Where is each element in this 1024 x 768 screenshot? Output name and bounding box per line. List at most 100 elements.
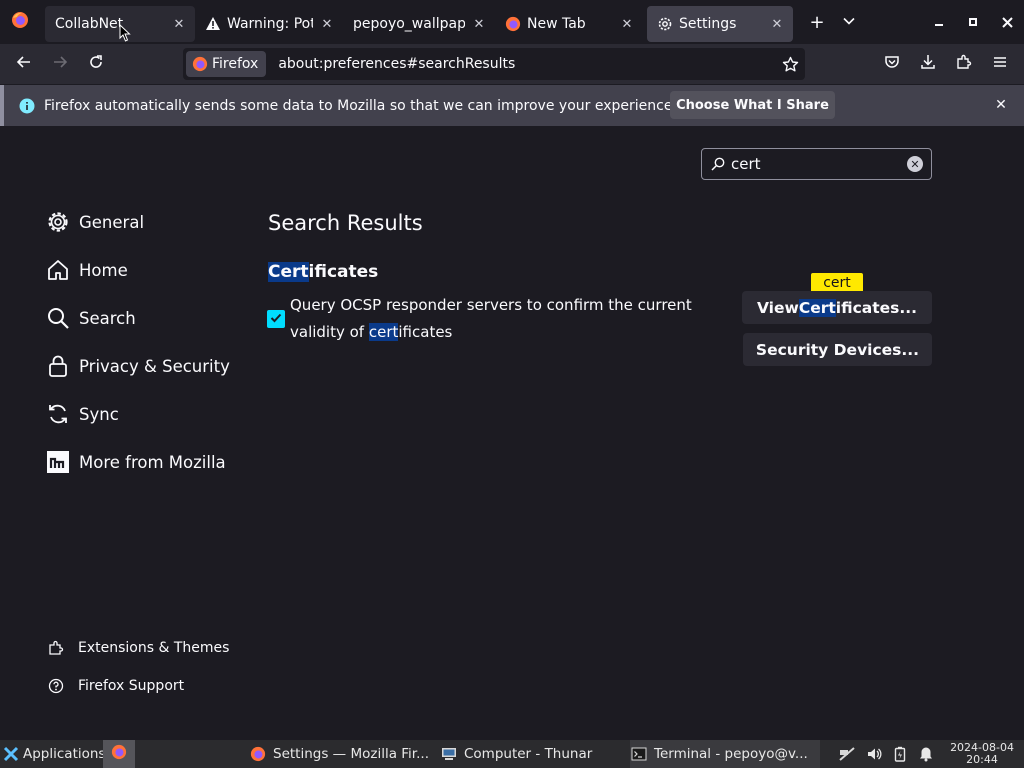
close-icon[interactable]: ✕ — [619, 16, 635, 32]
reload-button[interactable] — [78, 46, 114, 82]
bookmark-star-icon[interactable] — [775, 56, 805, 73]
tab-label: Warning: Pote — [227, 16, 313, 32]
taskbar-item-terminal[interactable]: Terminal - pepoyo@v... — [630, 740, 820, 768]
ocsp-checkbox-label[interactable]: Query OCSP responder servers to confirm … — [290, 292, 710, 346]
close-icon[interactable]: ✕ — [471, 16, 487, 32]
window-close-button[interactable] — [990, 0, 1024, 44]
identity-box[interactable]: Firefox — [186, 51, 267, 77]
home-icon — [45, 257, 71, 283]
pocket-button[interactable] — [874, 46, 910, 82]
gear-icon — [45, 209, 71, 235]
security-devices-button[interactable]: Security Devices... — [743, 333, 932, 366]
firefox-icon — [11, 11, 29, 33]
tab-label: New Tab — [527, 16, 586, 32]
reload-icon — [88, 54, 104, 74]
category-general[interactable]: General — [45, 209, 144, 235]
forward-button[interactable] — [42, 46, 78, 82]
applications-menu[interactable]: Applications — [2, 740, 105, 768]
search-icon — [711, 157, 725, 171]
tab-settings[interactable]: Settings ✕ — [647, 6, 793, 42]
tab-new-tab[interactable]: New Tab ✕ — [495, 6, 643, 42]
extensions-button[interactable] — [946, 46, 982, 82]
mozilla-icon — [45, 449, 71, 475]
category-label: Sync — [79, 404, 119, 424]
terminal-icon — [630, 745, 648, 763]
footer-label: Firefox Support — [78, 678, 185, 694]
firefox-icon — [249, 745, 267, 763]
applications-label: Applications — [23, 746, 106, 762]
category-label: Privacy & Security — [79, 356, 230, 376]
label-line-2: validity of certificates — [290, 319, 710, 346]
battery-icon[interactable] — [894, 740, 906, 768]
search-highlight: Cert — [268, 262, 309, 282]
notification-message: Firefox automatically sends some data to… — [44, 97, 677, 114]
clock[interactable]: 2024-08-04 20:44 — [950, 742, 1014, 766]
pocket-icon — [884, 54, 900, 74]
mouse-cursor-icon — [119, 23, 131, 46]
gear-icon — [657, 16, 673, 32]
firefox-view-button[interactable] — [0, 0, 40, 44]
category-label: General — [79, 212, 145, 232]
search-value[interactable]: cert — [731, 155, 907, 173]
view-certificates-button[interactable]: View Cert ificates... — [742, 291, 932, 324]
navigation-toolbar: Firefox about:preferences#searchResults — [0, 44, 1024, 84]
label-text: ificates — [398, 323, 453, 341]
close-icon[interactable]: ✕ — [319, 16, 335, 32]
clock-time: 20:44 — [966, 753, 998, 766]
taskbar-item-firefox[interactable]: Settings — Mozilla Fir... — [249, 740, 433, 768]
clear-search-icon[interactable]: ✕ — [907, 156, 923, 172]
notification-bell-icon[interactable] — [919, 740, 933, 768]
choose-what-i-share-button[interactable]: Choose What I Share — [670, 91, 835, 119]
category-privacy-security[interactable]: Privacy & Security — [45, 353, 230, 379]
url-text[interactable]: about:preferences#searchResults — [278, 56, 775, 72]
checkmark-icon — [269, 310, 283, 329]
network-icon[interactable] — [838, 740, 856, 768]
volume-icon[interactable] — [866, 740, 882, 768]
workspace-button[interactable] — [103, 740, 135, 768]
chevron-down-icon — [842, 12, 856, 33]
category-sync[interactable]: Sync — [45, 401, 119, 427]
sync-icon — [45, 401, 71, 427]
list-all-tabs-button[interactable] — [833, 6, 865, 38]
downloads-button[interactable] — [910, 46, 946, 82]
xfce-icon — [2, 745, 20, 763]
maximize-button[interactable] — [956, 0, 990, 44]
back-button[interactable] — [6, 46, 42, 82]
puzzle-icon — [956, 54, 972, 74]
close-icon[interactable]: ✕ — [171, 16, 187, 32]
ocsp-checkbox[interactable] — [267, 310, 285, 328]
info-icon — [19, 98, 35, 114]
puzzle-icon — [46, 638, 66, 658]
close-icon[interactable]: ✕ — [769, 16, 785, 32]
extensions-themes-link[interactable]: Extensions & Themes — [46, 638, 229, 658]
help-icon — [46, 676, 66, 696]
label-line-1: Query OCSP responder servers to confirm … — [290, 296, 692, 314]
app-menu-button[interactable] — [982, 46, 1018, 82]
button-text: View — [756, 298, 799, 317]
button-text: ificates... — [835, 298, 918, 317]
category-more-from-mozilla[interactable]: More from Mozilla — [45, 449, 226, 475]
tab-warning[interactable]: Warning: Pote ✕ — [195, 6, 343, 42]
settings-search-input[interactable]: cert ✕ — [701, 148, 932, 180]
taskbar-item-thunar[interactable]: Computer - Thunar — [440, 740, 626, 768]
tab-label: CollabNet — [55, 16, 124, 32]
tab-label: Settings — [679, 16, 737, 32]
taskbar-label: Computer - Thunar — [464, 746, 593, 762]
url-bar[interactable]: Firefox about:preferences#searchResults — [183, 48, 805, 80]
category-label: Search — [79, 308, 136, 328]
computer-icon — [440, 745, 458, 763]
firefox-icon — [192, 56, 208, 72]
close-icon[interactable]: ✕ — [992, 96, 1010, 114]
search-tooltip: cert — [811, 273, 863, 293]
minimize-button[interactable] — [922, 0, 956, 44]
footer-label: Extensions & Themes — [78, 640, 230, 656]
firefox-support-link[interactable]: Firefox Support — [46, 676, 184, 696]
category-home[interactable]: Home — [45, 257, 128, 283]
firefox-icon — [111, 744, 127, 764]
new-tab-button[interactable]: + — [801, 6, 833, 38]
search-highlight: Cert — [798, 298, 836, 317]
category-search[interactable]: Search — [45, 305, 136, 331]
firefox-icon — [505, 16, 521, 32]
page-title: Search Results — [268, 211, 423, 235]
tab-pepoyo-wallpaper[interactable]: pepoyo_wallpape ✕ — [343, 6, 495, 42]
